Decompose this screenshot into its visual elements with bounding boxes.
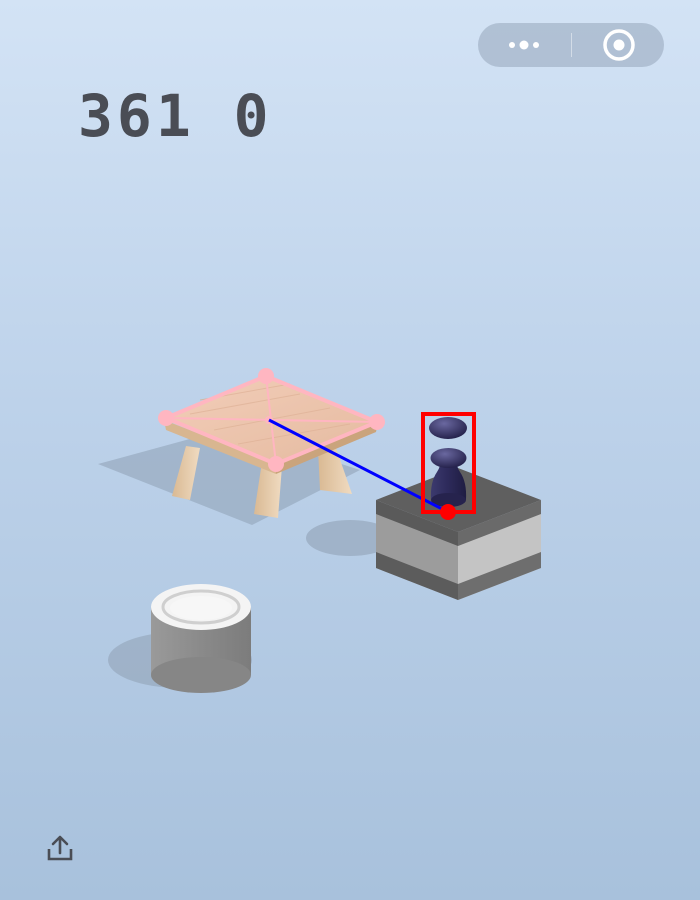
player-base-marker (440, 504, 456, 520)
share-button[interactable] (44, 833, 76, 865)
player-head (429, 417, 467, 439)
cylinder-platform (108, 584, 252, 693)
target-corner-marker (369, 414, 385, 430)
game-scene[interactable] (0, 0, 700, 900)
target-corner-marker (158, 410, 174, 426)
share-upload-icon (47, 835, 73, 861)
player-piece (429, 417, 467, 507)
target-corner-marker (268, 456, 284, 472)
target-corner-marker (258, 368, 274, 384)
